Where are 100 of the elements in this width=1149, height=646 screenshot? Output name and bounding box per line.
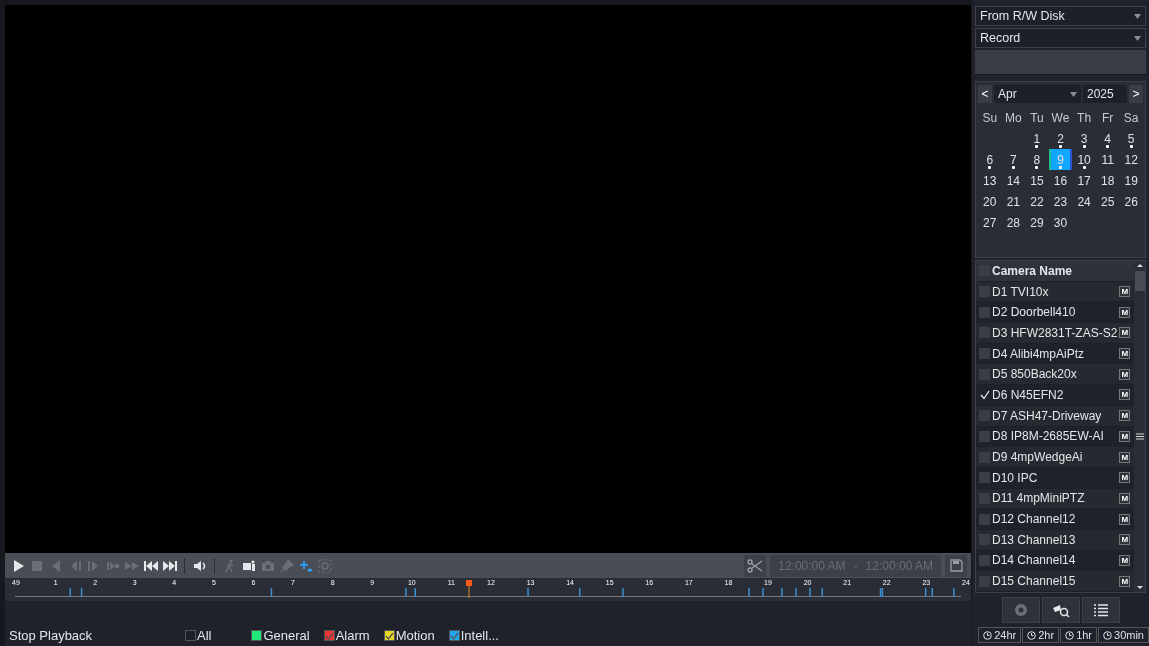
weekday-label: Su [981,110,999,127]
search-button[interactable] [1041,597,1080,623]
mode-button[interactable]: M [1119,389,1131,401]
camera-name: D5 850Back20x [992,367,1078,382]
camera-checkbox[interactable] [979,389,990,401]
camera-row[interactable]: D7 ASH47-Driveway M [976,405,1135,427]
clock-icon [1103,630,1113,640]
calendar-day[interactable]: 12 [1119,149,1143,170]
filter-label: Intell... [460,628,499,643]
next-month-button[interactable]: > [1129,85,1143,103]
calendar-day[interactable]: 26 [1119,191,1143,212]
filter-checkbox[interactable] [323,630,335,641]
clock-icon [983,630,993,640]
camera-name: D9 4mpWedgeAi [992,450,1084,465]
period-button[interactable]: 1hr [1060,627,1098,643]
calendar-day[interactable]: 2 [1048,128,1073,149]
camera-row[interactable]: D15 Channel15 M [976,571,1135,592]
camera-name: D6 N45EFN2 [992,387,1065,402]
scrollbar[interactable] [1134,261,1145,592]
calendar-day[interactable]: 16 [1048,170,1073,191]
camera-row[interactable]: D9 4mpWedgeAi M [976,447,1135,468]
camera-row[interactable]: D13 Channel13 M [976,529,1135,551]
camera-checkbox[interactable] [979,430,990,442]
calendar-day[interactable]: 28 [1001,212,1026,233]
calendar-day[interactable]: 15 [1025,170,1049,191]
mode-button[interactable]: M [1119,368,1131,380]
mode-button[interactable]: M [1119,451,1131,463]
scroll-thumb[interactable] [1134,271,1145,291]
mode-button[interactable]: M [1119,306,1131,318]
period-button[interactable]: 30min [1098,627,1149,643]
month-dropdown[interactable]: Apr [994,85,1081,103]
joystick-icon [1012,602,1029,618]
calendar-day[interactable]: 19 [1119,170,1143,191]
calendar-day[interactable]: 22 [1025,191,1049,212]
grip-icon[interactable] [1135,433,1144,440]
source-dropdown[interactable]: From R/W Disk [975,6,1146,26]
calendar-day[interactable]: 21 [1001,191,1026,212]
camera-checkbox[interactable] [979,513,990,525]
calendar-day[interactable]: 4 [1095,128,1120,149]
mode-button[interactable]: M [1119,327,1131,339]
camera-checkbox[interactable] [979,348,990,360]
filter-checkbox[interactable] [185,630,196,641]
weekday-label: Sa [1122,110,1140,127]
camera-row[interactable]: D1 TVI10x M [976,281,1135,303]
calendar-day[interactable]: 14 [1001,170,1026,191]
camera-name: D2 Doorbell410 [992,305,1077,320]
period-button[interactable]: 24hr [978,627,1022,643]
calendar-day[interactable]: 8 [1025,149,1049,170]
stop-playback-button[interactable]: Stop Playback [9,628,185,643]
calendar-day[interactable]: 6 [978,149,1002,170]
camera-row[interactable]: D3 HFW2831T-ZAS-S2 M [976,323,1135,344]
save-button[interactable] [945,554,967,577]
calendar-day[interactable]: 11 [1095,149,1120,170]
scissors-icon [747,558,764,573]
calendar-day[interactable]: 29 [1025,212,1049,233]
camera-checkbox[interactable] [979,554,990,566]
playhead-marker[interactable] [466,580,473,598]
calendar-day[interactable]: 3 [1072,128,1096,149]
period-button[interactable]: 2hr [1022,627,1060,643]
calendar-day[interactable]: 1 [1025,128,1049,149]
calendar-day[interactable]: 10 [1072,149,1096,170]
camera-row[interactable]: D5 850Back20x M [976,364,1135,386]
calendar-day[interactable]: 18 [1095,170,1120,191]
camera-name: D12 Channel12 [992,512,1077,527]
mode-button[interactable]: M [1119,472,1131,484]
calendar-day[interactable]: 17 [1072,170,1096,191]
calendar-day[interactable]: 30 [1048,212,1073,233]
calendar-day[interactable]: 20 [978,191,1002,212]
camera-search-icon [1051,602,1070,618]
mode-button[interactable]: M [1119,534,1131,546]
mode-button[interactable]: M [1119,513,1131,525]
calendar-day[interactable]: 24 [1072,191,1096,212]
mode-button[interactable]: M [1119,410,1131,422]
camera-checkbox[interactable] [979,306,990,318]
camera-name: D7 ASH47-Driveway [992,408,1103,423]
filter-checkbox[interactable] [448,630,460,641]
list-button[interactable] [1081,597,1120,623]
weekday-label: Fr [1100,110,1115,127]
camera-row[interactable]: D11 4mpMiniPTZ M [976,488,1135,510]
mode-button[interactable]: M [1119,554,1131,566]
calendar-day[interactable]: 23 [1048,191,1073,212]
mode-button[interactable]: M [1119,348,1131,360]
year-field[interactable]: 2025 [1083,85,1127,103]
filter-checkbox[interactable] [383,630,395,641]
scissors-button[interactable] [744,554,767,577]
mode-button[interactable]: M [1119,286,1131,298]
calendar-day[interactable]: 27 [978,212,1002,233]
mode-button[interactable]: M [1119,430,1131,442]
camera-checkbox[interactable] [979,472,990,484]
clock-icon [1027,630,1037,640]
calendar-day[interactable]: 7 [1001,149,1026,170]
calendar-day[interactable]: 25 [1095,191,1120,212]
filter-checkbox[interactable] [251,630,263,641]
previous-month-button[interactable]: < [978,85,992,103]
camera-name: D14 Channel14 [992,553,1077,568]
calendar-day[interactable]: 13 [978,170,1002,191]
mode-button[interactable]: M [1119,492,1131,504]
type-dropdown[interactable]: Record [975,28,1146,48]
calendar-day[interactable]: 5 [1119,128,1143,149]
mode-button[interactable]: M [1119,575,1131,587]
